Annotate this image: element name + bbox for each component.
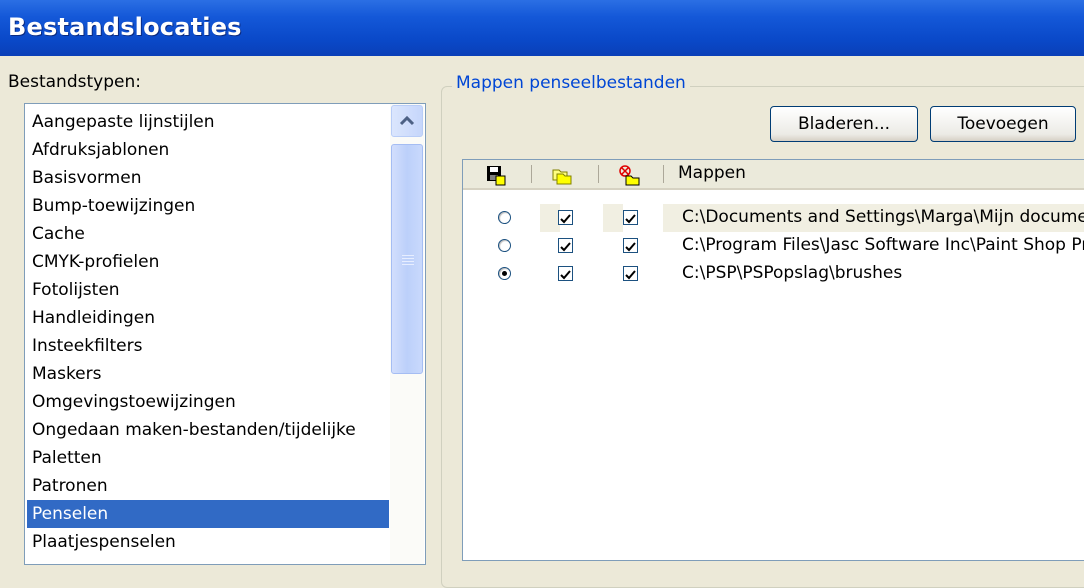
file-type-item[interactable]: Ongedaan maken-bestanden/tijdelijke — [27, 416, 389, 444]
enabled-checkbox[interactable] — [558, 238, 573, 253]
checkmark-icon — [560, 242, 571, 252]
file-type-item[interactable]: Omgevingstoewijzingen — [27, 388, 389, 416]
window-title: Bestandslocaties — [8, 13, 242, 41]
subfolders-checkbox[interactable] — [623, 210, 638, 225]
file-type-item[interactable]: Patronen — [27, 472, 389, 500]
folders-table[interactable]: Mappen C:\Documents and Settings\Marga\M… — [462, 159, 1084, 561]
table-row[interactable]: C:\PSP\PSPopslag\brushes — [463, 260, 1084, 288]
scroll-up-button[interactable] — [391, 105, 423, 137]
scroll-thumb[interactable] — [391, 144, 423, 374]
checkmark-icon — [625, 214, 636, 224]
browse-button[interactable]: Bladeren... — [770, 106, 918, 142]
folder-path: C:\Program Files\Jasc Software Inc\Paint… — [682, 235, 1084, 255]
default-folder-radio[interactable] — [498, 239, 511, 252]
file-type-item[interactable]: Fotolijsten — [27, 276, 389, 304]
file-type-item[interactable]: Maskers — [27, 360, 389, 388]
open-folders-icon[interactable] — [551, 164, 573, 186]
disabled-folder-icon[interactable] — [618, 164, 640, 186]
file-type-item[interactable]: Bump-toewijzingen — [27, 192, 389, 220]
file-types-list[interactable]: Aangepaste lijnstijlen Afdruksjablonen Bas… — [24, 103, 426, 565]
file-type-item[interactable]: Cache — [27, 220, 389, 248]
checkmark-icon — [560, 270, 571, 280]
file-type-item[interactable]: Basisvormen — [27, 164, 389, 192]
group-title: Mappen penseelbestanden — [452, 73, 690, 93]
file-type-item[interactable]: Aangepaste lijnstijlen — [27, 108, 389, 136]
file-type-item[interactable]: Handleidingen — [27, 304, 389, 332]
subfolders-checkbox[interactable] — [623, 238, 638, 253]
add-button[interactable]: Toevoegen — [930, 106, 1076, 142]
file-type-item[interactable]: CMYK-profielen — [27, 248, 389, 276]
file-type-item[interactable]: Penselen — [27, 500, 389, 528]
checkmark-icon — [560, 214, 571, 224]
file-type-item[interactable]: Afdruksjablonen — [27, 136, 389, 164]
file-type-item[interactable]: Insteekfilters — [27, 332, 389, 360]
list-scrollbar[interactable] — [390, 104, 424, 564]
folder-path: C:\PSP\PSPopslag\brushes — [682, 263, 903, 283]
file-type-item[interactable]: Paletten — [27, 444, 389, 472]
chevron-up-icon — [399, 115, 415, 126]
table-row[interactable]: C:\Documents and Settings\Marga\Mijn doc… — [463, 204, 1084, 232]
checkmark-icon — [625, 242, 636, 252]
folder-path: C:\Documents and Settings\Marga\Mijn doc… — [682, 207, 1084, 227]
table-row[interactable]: C:\Program Files\Jasc Software Inc\Paint… — [463, 232, 1084, 260]
default-folder-radio[interactable] — [498, 211, 511, 224]
file-type-item[interactable]: Plaatjespenselen — [27, 528, 389, 556]
folders-column-header[interactable]: Mappen — [678, 163, 746, 183]
title-bar[interactable]: Bestandslocaties — [0, 0, 1084, 56]
subfolders-checkbox[interactable] — [623, 266, 638, 281]
enabled-checkbox[interactable] — [558, 266, 573, 281]
file-types-label: Bestandstypen: — [8, 72, 141, 92]
save-folder-icon[interactable] — [485, 164, 507, 186]
checkmark-icon — [625, 270, 636, 280]
enabled-checkbox[interactable] — [558, 210, 573, 225]
table-header: Mappen — [463, 160, 1084, 190]
default-folder-radio[interactable] — [498, 267, 511, 280]
